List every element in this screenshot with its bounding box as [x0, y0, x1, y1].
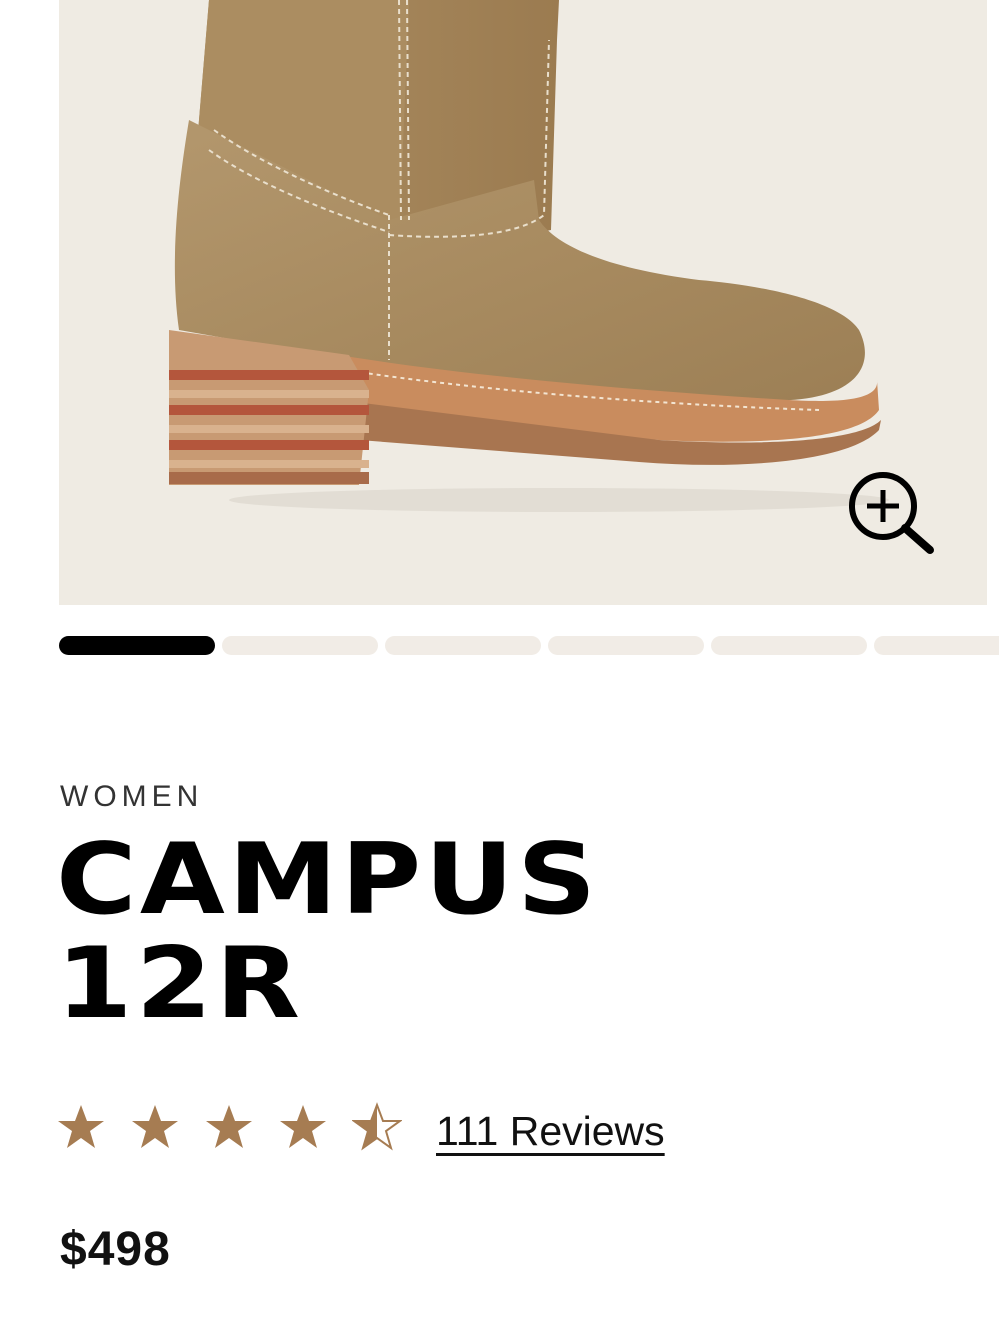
- product-title-line-1: CAMPUS: [56, 823, 600, 937]
- star-full-icon: [280, 1105, 326, 1148]
- star-full-icon: [58, 1105, 104, 1148]
- gallery-indicators: [59, 636, 999, 656]
- product-title: CAMPUS 12R: [56, 828, 999, 1036]
- star-full-icon: [206, 1105, 252, 1148]
- gallery-indicator-1[interactable]: [59, 636, 215, 655]
- zoom-in-icon: [849, 472, 934, 554]
- zoom-button[interactable]: [845, 470, 937, 558]
- gallery-indicator-2[interactable]: [222, 636, 378, 655]
- star-rating[interactable]: [56, 1102, 402, 1152]
- product-price: $498: [60, 1223, 171, 1276]
- star-half-icon: [352, 1102, 402, 1151]
- gallery-indicator-3[interactable]: [385, 636, 541, 655]
- reviews-link[interactable]: 111 Reviews: [436, 1103, 665, 1152]
- product-title-line-2: 12R: [56, 927, 304, 1041]
- product-category: WOMEN: [60, 780, 204, 813]
- product-image-gallery[interactable]: [59, 0, 987, 605]
- gallery-indicator-6[interactable]: [874, 636, 999, 655]
- product-rating: 111 Reviews: [56, 1097, 665, 1157]
- star-full-icon: [132, 1105, 178, 1148]
- gallery-indicator-4[interactable]: [548, 636, 704, 655]
- gallery-indicator-5[interactable]: [711, 636, 867, 655]
